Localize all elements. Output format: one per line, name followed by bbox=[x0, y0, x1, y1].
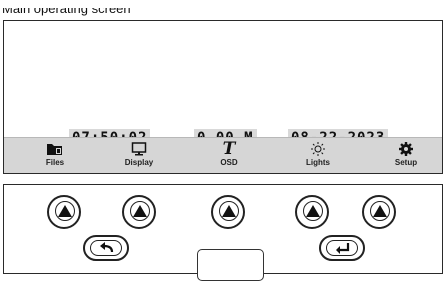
up-arrow-icon bbox=[222, 205, 236, 217]
up-arrow-icon bbox=[58, 205, 72, 217]
gear-icon bbox=[399, 142, 413, 156]
osd-label: OSD bbox=[220, 158, 238, 167]
up-arrow-icon bbox=[373, 205, 387, 217]
lights-label: Lights bbox=[306, 158, 330, 167]
text-icon: T bbox=[222, 139, 236, 159]
setup-label: Setup bbox=[394, 158, 418, 167]
screen-header-text: Main operating screen bbox=[2, 1, 131, 16]
sun-icon bbox=[311, 142, 325, 156]
camera-display-screen: 07:50:02 0.00 M 08-22-2023 Files Display… bbox=[3, 20, 443, 174]
bottom-toolbar: Files Display T OSD Lights Setup bbox=[4, 137, 442, 173]
center-slot-outline bbox=[197, 249, 264, 281]
up-key-5[interactable] bbox=[362, 195, 396, 229]
lights-button[interactable]: Lights bbox=[283, 141, 353, 167]
osd-button[interactable]: T OSD bbox=[194, 139, 264, 168]
up-key-4[interactable] bbox=[295, 195, 329, 229]
up-arrow-icon bbox=[133, 205, 147, 217]
enter-arrow-icon bbox=[336, 243, 350, 254]
up-key-3[interactable] bbox=[211, 195, 245, 229]
display-button[interactable]: Display bbox=[104, 141, 174, 167]
monitor-icon bbox=[131, 142, 147, 156]
files-button[interactable]: Files bbox=[20, 141, 90, 167]
folder-icon bbox=[47, 144, 62, 155]
enter-button[interactable] bbox=[319, 235, 365, 261]
up-key-1[interactable] bbox=[47, 195, 81, 229]
up-arrow-icon bbox=[306, 205, 320, 217]
display-label: Display bbox=[124, 158, 154, 167]
back-arrow-icon bbox=[100, 242, 114, 253]
setup-button[interactable]: Setup bbox=[371, 141, 441, 167]
back-button[interactable] bbox=[83, 235, 129, 261]
files-label: Files bbox=[45, 158, 65, 167]
up-key-2[interactable] bbox=[122, 195, 156, 229]
